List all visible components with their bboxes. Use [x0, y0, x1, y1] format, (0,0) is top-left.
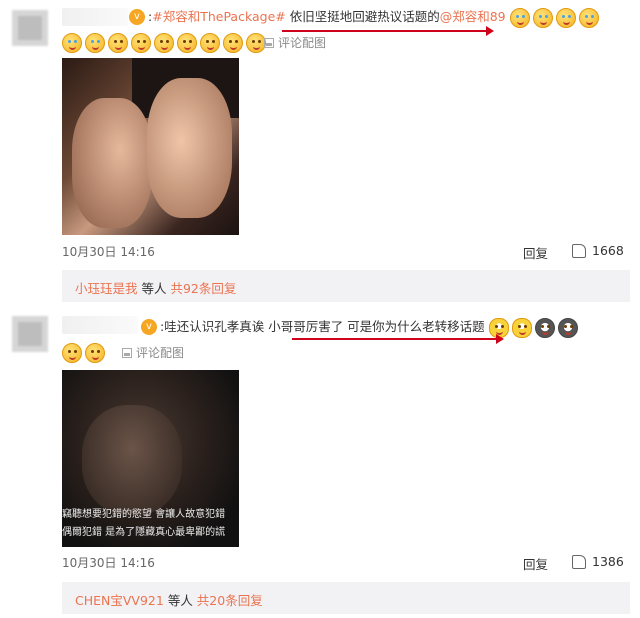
topic-link[interactable]: #郑容和ThePackage#: [152, 9, 286, 24]
avatar[interactable]: [12, 316, 48, 352]
username-blurred[interactable]: [62, 8, 128, 26]
photo-region: [147, 78, 232, 218]
smiley-emoji-icon: [246, 32, 266, 53]
comment-text: 哇还认识孔孝真诶 小哥哥厉害了 可是你为什么老转移话题: [164, 319, 485, 334]
smiley-emoji-icon: [154, 32, 174, 53]
like-count: 1386: [592, 554, 624, 569]
annotation-arrow: [282, 26, 494, 36]
comment-text-line-1: :哇还认识孔孝真诶 小哥哥厉害了 可是你为什么老转移话题: [160, 317, 581, 338]
reply-user-link[interactable]: 小珏珏是我: [75, 281, 138, 296]
photo-region: [82, 405, 182, 515]
thumbs-up-icon[interactable]: [572, 555, 586, 569]
replies-summary[interactable]: CHEN宝VV921 等人 共20条回复: [62, 582, 630, 614]
comment-text: 依旧坚挺地回避热议话题的: [289, 9, 440, 24]
crying-laugh-emoji-icon: [578, 7, 599, 28]
image-icon: [122, 348, 132, 358]
replies-summary-text: CHEN宝VV921 等人 共20条回复: [75, 590, 263, 609]
mention-link[interactable]: @郑容和89: [440, 9, 506, 24]
husky-emoji-icon: [557, 317, 578, 338]
smiley-emoji-icon: [62, 342, 82, 363]
reply-button[interactable]: 回复: [523, 243, 548, 262]
replies-summary-text: 小珏珏是我 等人 共92条回复: [75, 278, 236, 297]
smiley-emoji-icon: [85, 342, 105, 363]
thumbs-up-icon[interactable]: [572, 244, 586, 258]
photo-region: [72, 98, 152, 228]
smiley-emoji-icon: [223, 32, 243, 53]
comment-2: v :哇还认识孔孝真诶 小哥哥厉害了 可是你为什么老转移话题 评论配图 竊聽想要…: [0, 308, 640, 618]
smiley-emoji-icon: [131, 32, 151, 53]
smiley-emoji-icon: [177, 32, 197, 53]
comment-image-tag-label: 评论配图: [136, 346, 185, 360]
comment-image-tag[interactable]: 评论配图: [122, 345, 184, 361]
crying-laugh-emoji-icon: [85, 32, 105, 53]
comment-image[interactable]: [62, 58, 239, 235]
crying-laugh-emoji-icon: [62, 32, 82, 53]
replies-mid-text: 等人: [163, 593, 197, 608]
comment-text-line-1: :#郑容和ThePackage# 依旧坚挺地回避热议话题的@郑容和89: [148, 7, 602, 28]
timestamp: 10月30日 14:16: [62, 556, 155, 570]
replies-summary[interactable]: 小珏珏是我 等人 共92条回复: [62, 270, 630, 302]
comment-emoji-line: [62, 32, 269, 53]
username-blurred[interactable]: [62, 316, 138, 334]
more-replies-link[interactable]: 共92条回复: [170, 281, 236, 296]
replies-mid-text: 等人: [137, 281, 171, 296]
comment-image[interactable]: 竊聽想要犯錯的慾望 會讓人故意犯錯 偶爾犯錯 是為了隱藏真心最卑鄙的謊: [62, 370, 239, 547]
more-replies-link[interactable]: 共20条回复: [197, 593, 263, 608]
comment-emoji-line: [62, 342, 108, 363]
smiley-emoji-icon: [108, 32, 128, 53]
smiley-emoji-icon: [200, 32, 220, 53]
vip-badge-icon: v: [129, 9, 145, 25]
image-icon: [264, 38, 274, 48]
husky-emoji-icon: [534, 317, 555, 338]
crying-laugh-emoji-icon: [532, 7, 553, 28]
image-subtitle-2: 偶爾犯錯 是為了隱藏真心最卑鄙的謊: [62, 527, 226, 538]
comment-1: v :#郑容和ThePackage# 依旧坚挺地回避热议话题的@郑容和89 评论…: [0, 0, 640, 306]
vip-badge-icon: v: [141, 319, 157, 335]
minion-emoji-icon: [511, 317, 532, 338]
image-subtitle-1: 竊聽想要犯錯的慾望 會讓人故意犯錯: [62, 509, 226, 520]
comment-image-tag-label: 评论配图: [278, 36, 327, 50]
comment-image-tag[interactable]: 评论配图: [264, 35, 326, 51]
like-count: 1668: [592, 243, 624, 258]
crying-laugh-emoji-icon: [509, 7, 530, 28]
crying-laugh-emoji-icon: [555, 7, 576, 28]
timestamp: 10月30日 14:16: [62, 245, 155, 259]
avatar[interactable]: [12, 10, 48, 46]
reply-user-link[interactable]: CHEN宝VV921: [75, 593, 164, 608]
reply-button[interactable]: 回复: [523, 554, 548, 573]
annotation-arrow: [292, 334, 504, 344]
